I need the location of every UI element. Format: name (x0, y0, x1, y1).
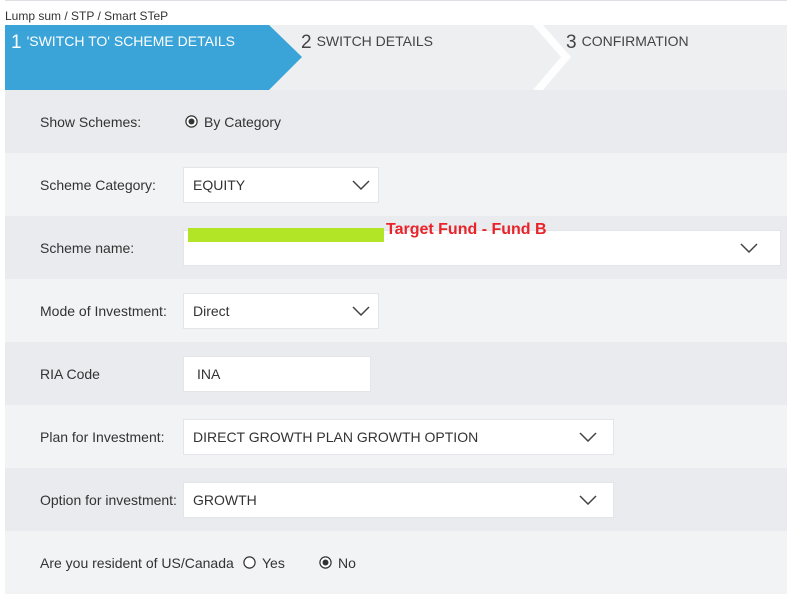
show-schemes-label: Show Schemes: (40, 113, 142, 130)
wizard-steps: 1 'SWITCH TO' SCHEME DETAILS 2 SWITCH DETA… (5, 25, 787, 90)
resident-no-radio[interactable]: No (319, 555, 356, 571)
scheme-category-select[interactable]: EQUITY (183, 166, 379, 203)
row-resident-us-canada: Are you resident of US/Canada Yes No (5, 531, 787, 594)
chevron-down-icon (579, 494, 597, 505)
mode-of-investment-value: Direct (193, 302, 230, 319)
option-value: GROWTH (193, 491, 257, 508)
step-2-number: 2 (301, 32, 312, 53)
chevron-down-icon (352, 179, 370, 190)
ria-code-value: INA (197, 365, 221, 382)
ria-code-label: RIA Code (40, 365, 100, 382)
mode-of-investment-select[interactable]: Direct (183, 292, 379, 329)
scheme-details-form: Show Schemes: By Category Scheme Categor… (5, 90, 787, 594)
scheme-category-value: EQUITY (193, 176, 246, 193)
plan-value: DIRECT GROWTH PLAN GROWTH OPTION (193, 428, 479, 445)
top-divider (5, 0, 787, 1)
chevron-down-icon (352, 305, 370, 316)
step-2[interactable]: 2 SWITCH DETAILS (301, 32, 433, 54)
resident-label: Are you resident of US/Canada (40, 554, 234, 571)
resident-yes-radio[interactable]: Yes (243, 555, 285, 571)
row-option-for-investment: Option for investment: GROWTH (5, 468, 787, 531)
breadcrumb: Lump sum / STP / Smart STeP (5, 9, 169, 23)
step-3-number: 3 (566, 32, 577, 53)
scheme-category-label: Scheme Category: (40, 176, 156, 193)
option-select[interactable]: GROWTH (183, 481, 614, 518)
ria-code-input[interactable]: INA (183, 355, 371, 392)
by-category-label: By Category (204, 113, 282, 130)
scheme-name-label: Scheme name: (40, 239, 135, 256)
target-fund-annotation: Target Fund - Fund B (386, 221, 547, 238)
resident-no-label: No (338, 554, 356, 571)
row-mode-of-investment: Mode of Investment: Direct (5, 279, 787, 342)
row-scheme-name: Scheme name: Target Fund - Fund B (5, 216, 787, 279)
step-3[interactable]: 3 CONFIRMATION (566, 32, 689, 54)
plan-select[interactable]: DIRECT GROWTH PLAN GROWTH OPTION (183, 418, 614, 455)
row-plan-for-investment: Plan for Investment: DIRECT GROWTH PLAN … (5, 405, 787, 468)
step-1[interactable]: 1 'SWITCH TO' SCHEME DETAILS (11, 32, 235, 54)
step-1-label: 'SWITCH TO' SCHEME DETAILS (26, 33, 235, 49)
radio-unselected-icon (243, 556, 256, 569)
radio-selected-icon (185, 115, 198, 128)
by-category-radio[interactable]: By Category (185, 114, 281, 130)
resident-yes-label: Yes (262, 554, 285, 571)
step-3-label: CONFIRMATION (581, 33, 689, 49)
plan-label: Plan for Investment: (40, 428, 165, 445)
chevron-down-icon (579, 431, 597, 442)
option-label: Option for investment: (40, 491, 177, 508)
chevron-down-icon (740, 242, 758, 253)
redaction-highlight (188, 228, 384, 242)
step-1-number: 1 (11, 32, 22, 53)
mode-of-investment-label: Mode of Investment: (40, 302, 167, 319)
row-show-schemes: Show Schemes: By Category (5, 90, 787, 153)
step-2-label: SWITCH DETAILS (316, 33, 433, 49)
radio-selected-icon (319, 556, 332, 569)
row-scheme-category: Scheme Category: EQUITY (5, 153, 787, 216)
row-ria-code: RIA Code INA (5, 342, 787, 405)
